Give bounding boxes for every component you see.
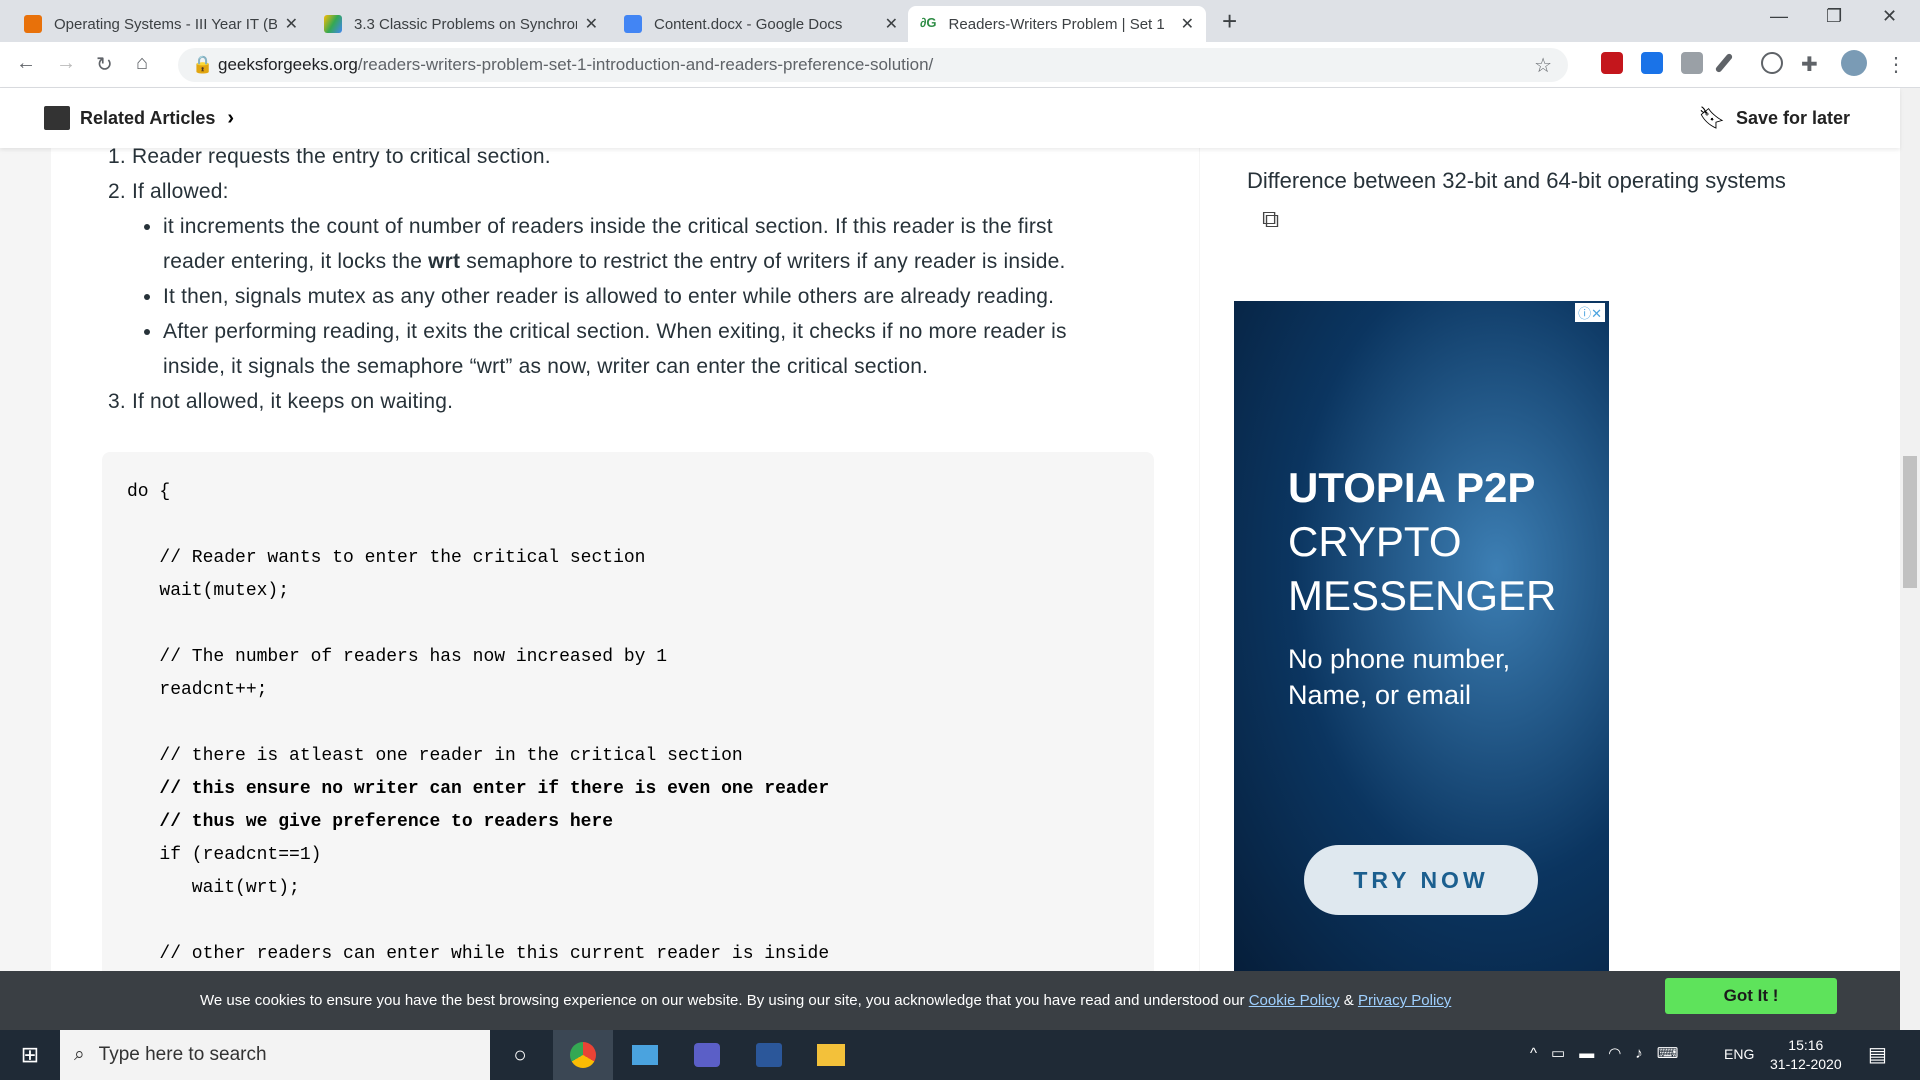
tab-operating-systems[interactable]: Operating Systems - III Year IT (B ✕ bbox=[12, 6, 310, 42]
external-link-icon[interactable]: ⧉ bbox=[1262, 206, 1279, 234]
system-tray-icons[interactable]: ^▭▬◠♪⌨ bbox=[1530, 1044, 1692, 1062]
cookie-policy-link[interactable]: Cookie Policy bbox=[1249, 992, 1340, 1009]
pdf-extension-icon[interactable] bbox=[1601, 52, 1623, 74]
tab-readers-writers[interactable]: ∂G Readers-Writers Problem | Set 1 ✕ bbox=[908, 6, 1206, 42]
screen-extension-icon[interactable] bbox=[1641, 52, 1663, 74]
code-line: // The number of readers has now increas… bbox=[127, 647, 668, 667]
drive-icon bbox=[324, 15, 342, 33]
url-input[interactable]: 🔒 geeksforgeeks.org/readers-writers-probl… bbox=[178, 48, 1568, 82]
code-line: if (readcnt==1) bbox=[127, 845, 322, 865]
lock-icon: 🔒 bbox=[192, 55, 214, 74]
code-line: readcnt++; bbox=[127, 680, 268, 700]
bullet-2: It then, signals mutex as any other read… bbox=[163, 279, 1198, 314]
file-explorer-icon[interactable] bbox=[801, 1030, 861, 1080]
close-tab-icon[interactable]: ✕ bbox=[285, 14, 298, 34]
notification-icon[interactable]: ▤ bbox=[1868, 1042, 1887, 1067]
windows-start-icon[interactable]: ⊞ bbox=[0, 1030, 60, 1080]
tab-bar: Operating Systems - III Year IT (B ✕ 3.3 … bbox=[0, 0, 1920, 42]
step-3: 3. If not allowed, it keeps on waiting. bbox=[108, 390, 454, 413]
code-line: // thus we give preference to readers he… bbox=[127, 812, 614, 832]
reload-icon[interactable]: ↻ bbox=[96, 52, 113, 77]
article-body: 1. Reader requests the entry to critical… bbox=[51, 148, 1199, 971]
cortana-icon[interactable]: ○ bbox=[490, 1030, 550, 1080]
extension-circle-icon[interactable] bbox=[1761, 52, 1783, 74]
bullet-3: After performing reading, it exits the c… bbox=[163, 314, 1198, 384]
word-icon[interactable] bbox=[739, 1030, 799, 1080]
tab-google-docs[interactable]: Content.docx - Google Docs ✕ bbox=[612, 6, 910, 42]
code-line: wait(wrt); bbox=[127, 878, 300, 898]
related-link[interactable]: Difference between 32-bit and 64-bit ope… bbox=[1247, 168, 1786, 194]
eyedropper-icon[interactable] bbox=[1714, 52, 1734, 74]
code-line: // there is atleast one reader in the cr… bbox=[127, 746, 743, 766]
save-for-later-button[interactable]: Save for later bbox=[1736, 108, 1850, 129]
gfg-icon: ∂G bbox=[920, 15, 937, 30]
code-line: // Reader wants to enter the critical se… bbox=[127, 548, 646, 568]
puzzle-icon[interactable]: ✚ bbox=[1801, 52, 1823, 76]
close-window-button[interactable]: ✕ bbox=[1882, 6, 1897, 27]
cookie-banner: We use cookies to ensure you have the be… bbox=[0, 971, 1900, 1030]
privacy-policy-link[interactable]: Privacy Policy bbox=[1358, 992, 1451, 1009]
language-indicator[interactable]: ENG bbox=[1724, 1046, 1754, 1062]
home-icon[interactable]: ⌂ bbox=[136, 52, 148, 75]
camera-extension-icon[interactable] bbox=[1681, 52, 1703, 74]
tab-classic-problems[interactable]: 3.3 Classic Problems on Synchron ✕ bbox=[312, 6, 610, 42]
menu-icon[interactable]: ⋮ bbox=[1886, 52, 1906, 77]
avatar[interactable] bbox=[1841, 50, 1867, 76]
chrome-icon[interactable] bbox=[553, 1030, 613, 1080]
related-articles-link[interactable]: Related Articles bbox=[80, 108, 215, 129]
articles-icon bbox=[44, 106, 70, 130]
taskbar-search[interactable]: ⌕ Type here to search bbox=[60, 1030, 490, 1080]
bookmark-icon[interactable]: 🔖︎ bbox=[1698, 105, 1726, 131]
close-tab-icon[interactable]: ✕ bbox=[585, 14, 598, 34]
ad-choices-icon[interactable]: ⓘ✕ bbox=[1575, 303, 1605, 322]
close-tab-icon[interactable]: ✕ bbox=[885, 14, 898, 34]
related-articles-bar: Related Articles › 🔖︎ Save for later bbox=[0, 88, 1900, 148]
code-line: // other readers can enter while this cu… bbox=[127, 944, 830, 964]
forward-icon[interactable]: → bbox=[56, 52, 76, 75]
step-1: 1. Reader requests the entry to critical… bbox=[108, 148, 551, 168]
star-icon[interactable]: ☆ bbox=[1534, 53, 1552, 78]
pc-icon[interactable] bbox=[615, 1030, 675, 1080]
code-line: do { bbox=[127, 482, 171, 502]
minimize-button[interactable]: — bbox=[1770, 6, 1788, 27]
code-line: wait(mutex); bbox=[127, 581, 290, 601]
clock[interactable]: 15:16 31-12-2020 bbox=[1770, 1036, 1842, 1074]
scrollbar[interactable] bbox=[1900, 88, 1920, 1031]
restore-button[interactable]: ❐ bbox=[1826, 6, 1842, 27]
got-it-button[interactable]: Got It ! bbox=[1665, 978, 1837, 1014]
close-tab-icon[interactable]: ✕ bbox=[1181, 14, 1194, 34]
docs-icon bbox=[624, 15, 642, 33]
step-2: 2. If allowed: bbox=[108, 180, 229, 203]
code-block: do { // Reader wants to enter the critic… bbox=[102, 452, 1154, 971]
bullet-1: it increments the count of number of rea… bbox=[163, 209, 1198, 279]
search-icon: ⌕ bbox=[74, 1044, 85, 1065]
try-now-button[interactable]: TRY NOW bbox=[1304, 845, 1538, 915]
teams-icon[interactable] bbox=[677, 1030, 737, 1080]
address-bar-row: ← → ↻ ⌂ 🔒 geeksforgeeks.org/readers-write… bbox=[0, 42, 1920, 88]
chevron-right-icon[interactable]: › bbox=[227, 107, 234, 130]
back-icon[interactable]: ← bbox=[16, 52, 36, 75]
new-tab-button[interactable]: + bbox=[1222, 6, 1237, 37]
code-line: // this ensure no writer can enter if th… bbox=[127, 779, 830, 799]
taskbar: ⊞ ⌕ Type here to search ○ ^▭▬◠♪⌨ ENG 15:1… bbox=[0, 1030, 1920, 1080]
advertisement[interactable]: ⓘ✕ UTOPIA P2P CRYPTO MESSENGER No phone … bbox=[1234, 301, 1609, 971]
classroom-icon bbox=[24, 15, 42, 33]
